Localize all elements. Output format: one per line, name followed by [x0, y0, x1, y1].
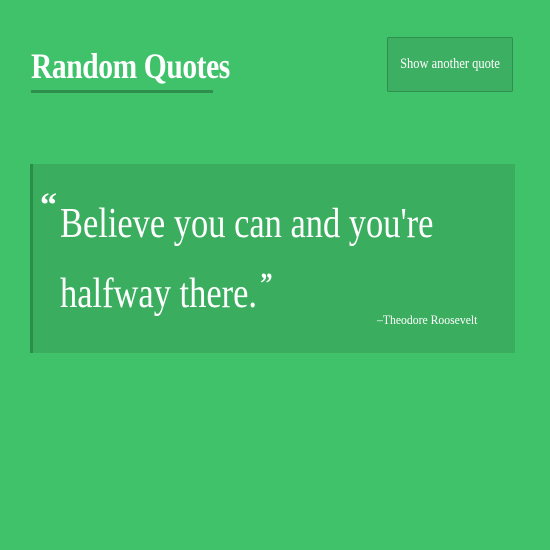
- show-another-quote-label: Show another quote: [400, 56, 500, 72]
- page-title: Random Quotes: [31, 46, 230, 86]
- open-quote-icon: “: [40, 187, 57, 224]
- title-underline: [31, 90, 213, 93]
- quote-card: “ Believe you can and you're halfway the…: [30, 164, 515, 353]
- quote-text-block: Believe you can and you're halfway there…: [60, 194, 470, 324]
- quote-text: Believe you can and you're halfway there…: [60, 201, 434, 317]
- quote-author: –Theodore Roosevelt: [377, 312, 478, 327]
- show-another-quote-button[interactable]: Show another quote: [387, 37, 513, 92]
- close-quote-icon: ”: [260, 267, 273, 300]
